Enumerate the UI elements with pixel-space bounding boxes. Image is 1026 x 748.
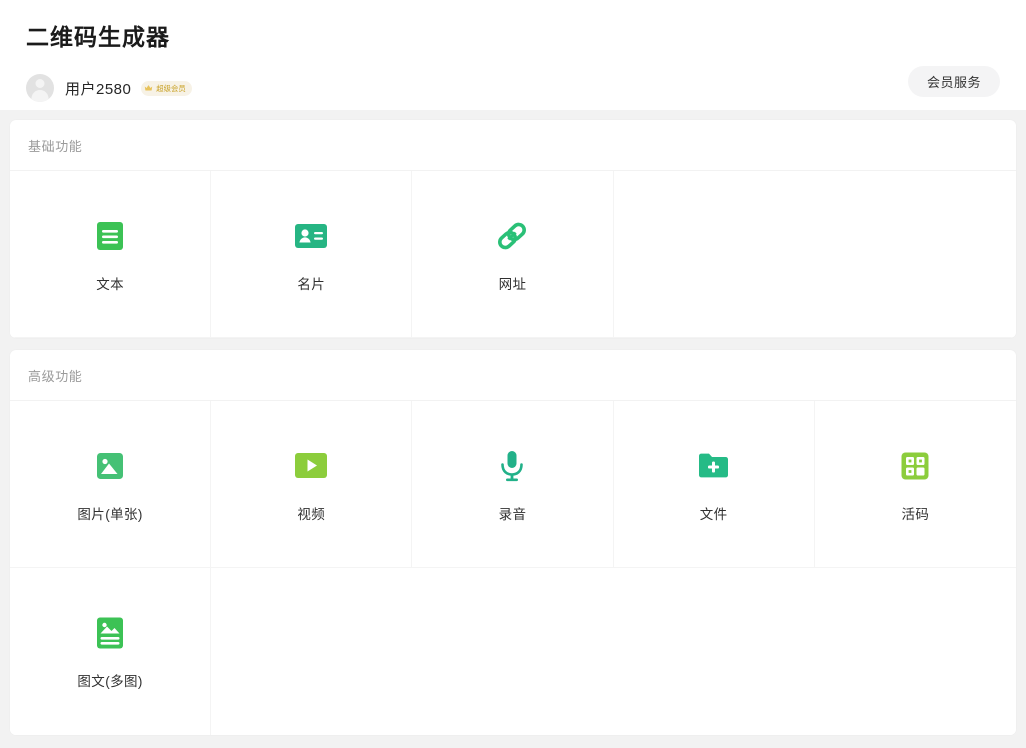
default-avatar-icon[interactable] [26, 74, 54, 102]
card-advanced-functions: 高级功能 图片(单张) 视频 录音 文件 活码 图文(多图) [10, 350, 1016, 735]
business-card-icon [291, 216, 331, 256]
function-item-file[interactable]: 文件 [613, 401, 815, 568]
function-label: 活码 [901, 506, 930, 522]
crown-icon [145, 85, 153, 91]
vip-badge-label: 超级会员 [156, 83, 187, 93]
grid-advanced-functions: 图片(单张) 视频 录音 文件 活码 图文(多图) [10, 401, 1016, 735]
page-title: 二维码生成器 [26, 24, 170, 50]
function-label: 名片 [297, 276, 326, 292]
qr-grid-icon [895, 446, 935, 486]
function-label: 录音 [498, 506, 527, 522]
function-label: 网址 [498, 276, 527, 292]
page-header: 二维码生成器 用户2580 超级会员 会员服务 [0, 0, 1026, 110]
function-item-video[interactable]: 视频 [211, 401, 413, 568]
function-label: 图文(多图) [77, 674, 143, 689]
empty-cell [814, 568, 1016, 735]
member-service-button[interactable]: 会员服务 [907, 66, 1000, 97]
function-item-url[interactable]: 网址 [412, 171, 614, 338]
text-lines-icon [90, 216, 130, 256]
function-item-recording[interactable]: 录音 [412, 401, 614, 568]
microphone-icon [492, 446, 532, 486]
user-info-row: 用户2580 超级会员 [26, 74, 1000, 102]
image-single-icon [90, 446, 130, 486]
function-item-business-card[interactable]: 名片 [211, 171, 413, 338]
function-item-text[interactable]: 文本 [10, 171, 212, 338]
function-label: 图片(单张) [77, 506, 143, 522]
empty-cell [211, 568, 413, 735]
section-title-basic: 基础功能 [10, 120, 1016, 171]
card-basic-functions: 基础功能 文本 名片 网址 [10, 120, 1016, 338]
empty-cell [613, 171, 815, 338]
function-item-live-code[interactable]: 活码 [814, 401, 1016, 568]
status-badge[interactable]: 超级会员 [141, 80, 193, 96]
user-name: 用户2580 [65, 80, 132, 98]
function-label: 文本 [96, 276, 124, 292]
empty-cell [613, 568, 815, 735]
content-area: 基础功能 文本 名片 网址 高级功能 图片(单张) 视频 录音 文件 活码 图文… [0, 110, 1026, 735]
folder-plus-icon [694, 446, 734, 486]
link-chain-icon [492, 216, 532, 256]
image-multi-icon [90, 613, 130, 653]
section-title-advanced: 高级功能 [10, 350, 1016, 401]
function-label: 视频 [297, 506, 326, 522]
video-play-icon [291, 446, 331, 486]
function-item-image-single[interactable]: 图片(单张) [10, 401, 212, 568]
grid-basic-functions: 文本 名片 网址 [10, 171, 1016, 338]
app-root: 二维码生成器 用户2580 超级会员 会员服务 基础功能 文本 名片 网址 高级… [0, 0, 1026, 748]
empty-cell [412, 568, 614, 735]
function-item-image-multi[interactable]: 图文(多图) [10, 568, 212, 735]
empty-cell [814, 171, 1016, 338]
function-label: 文件 [699, 506, 728, 522]
